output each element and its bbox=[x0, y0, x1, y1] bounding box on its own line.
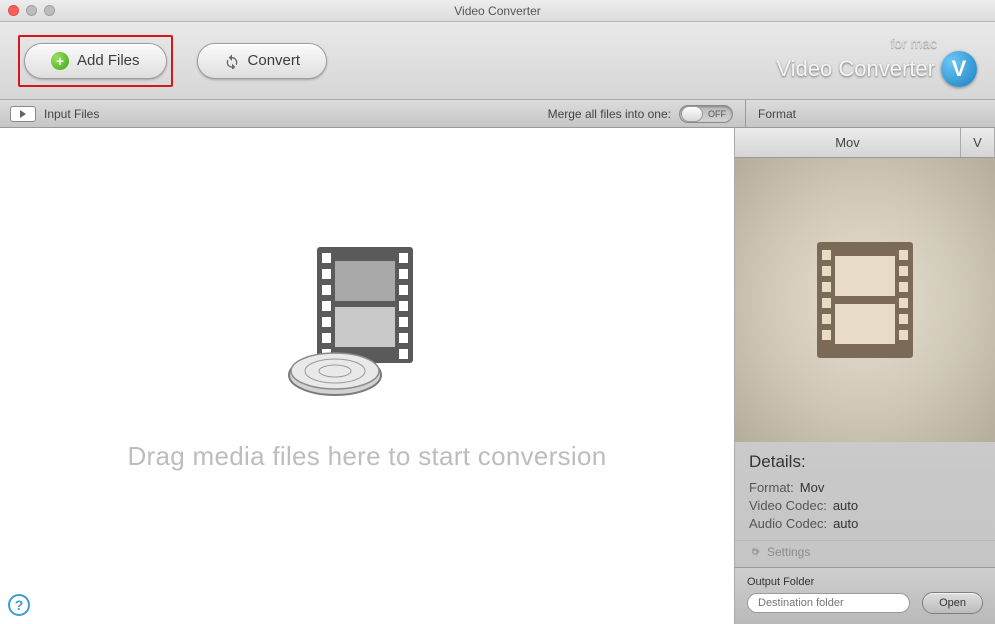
format-tabs: Mov V bbox=[735, 128, 995, 158]
main-area[interactable]: Drag media files here to start conversio… bbox=[0, 128, 735, 624]
format-tab-mov[interactable]: Mov bbox=[735, 128, 961, 157]
merge-label: Merge all files into one: bbox=[548, 107, 671, 121]
plus-icon: + bbox=[51, 52, 69, 70]
brand-subtitle: for mac bbox=[776, 35, 937, 51]
merge-area: Merge all files into one: OFF bbox=[548, 105, 745, 123]
brand-logo-icon: V bbox=[941, 51, 977, 87]
open-folder-button[interactable]: Open bbox=[922, 592, 983, 614]
maximize-window-button[interactable] bbox=[44, 5, 55, 16]
format-tab-secondary[interactable]: V bbox=[961, 128, 995, 157]
convert-label: Convert bbox=[248, 52, 301, 69]
settings-button[interactable]: Settings bbox=[735, 540, 995, 567]
details-audio-codec-key: Audio Codec: bbox=[749, 516, 827, 531]
convert-button[interactable]: Convert bbox=[197, 43, 328, 79]
film-illustration-icon bbox=[277, 241, 457, 401]
destination-folder-input[interactable] bbox=[747, 593, 910, 613]
brand-title: Video Converter bbox=[776, 56, 935, 82]
details-video-codec-value: auto bbox=[833, 498, 858, 513]
toolbar-buttons: + Add Files Convert bbox=[18, 35, 327, 87]
format-section-label: Format bbox=[746, 107, 796, 121]
brand: for mac Video Converter V bbox=[776, 35, 977, 87]
details-format-key: Format: bbox=[749, 480, 794, 495]
add-files-label: Add Files bbox=[77, 52, 140, 69]
subbar: Input Files Merge all files into one: OF… bbox=[0, 100, 995, 128]
minimize-window-button[interactable] bbox=[26, 5, 37, 16]
settings-label: Settings bbox=[767, 545, 810, 559]
add-files-highlight: + Add Files bbox=[18, 35, 173, 87]
output-folder-label: Output Folder bbox=[747, 576, 983, 588]
input-files-icon bbox=[10, 106, 36, 122]
details-video-codec-key: Video Codec: bbox=[749, 498, 827, 513]
details-heading: Details: bbox=[749, 452, 981, 472]
close-window-button[interactable] bbox=[8, 5, 19, 16]
input-files-label: Input Files bbox=[44, 107, 99, 121]
drop-placeholder-text: Drag media files here to start conversio… bbox=[127, 441, 606, 472]
film-strip-icon bbox=[817, 242, 913, 358]
details-audio-codec-value: auto bbox=[833, 516, 858, 531]
format-panel: Mov V Details: Format: Mov Video Codec: au… bbox=[735, 128, 995, 624]
details-section: Details: Format: Mov Video Codec: auto Aud… bbox=[735, 442, 995, 540]
window-title: Video Converter bbox=[454, 4, 541, 18]
refresh-icon bbox=[224, 53, 240, 69]
output-bar: Output Folder Open bbox=[735, 567, 995, 624]
details-format-value: Mov bbox=[800, 480, 825, 495]
gear-icon bbox=[749, 546, 761, 558]
help-button[interactable]: ? bbox=[8, 594, 30, 616]
window-controls bbox=[8, 5, 55, 16]
toolbar: + Add Files Convert for mac Video Conver… bbox=[0, 22, 995, 100]
format-preview bbox=[735, 158, 995, 442]
titlebar: Video Converter bbox=[0, 0, 995, 22]
content: Drag media files here to start conversio… bbox=[0, 128, 995, 624]
add-files-button[interactable]: + Add Files bbox=[24, 43, 167, 79]
merge-toggle[interactable]: OFF bbox=[679, 105, 733, 123]
merge-toggle-state: OFF bbox=[708, 109, 726, 119]
